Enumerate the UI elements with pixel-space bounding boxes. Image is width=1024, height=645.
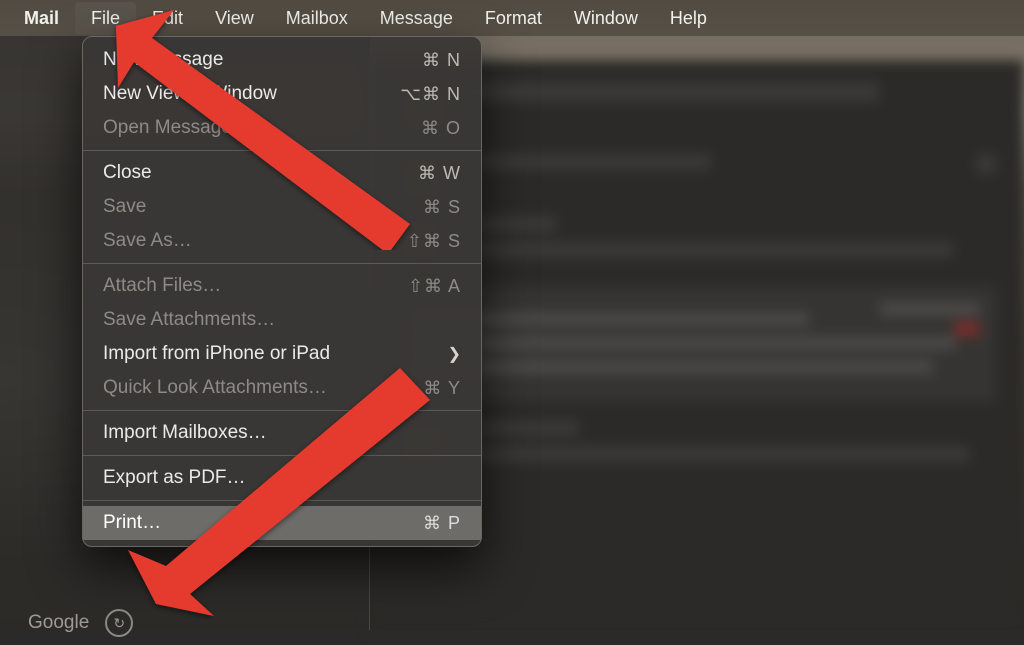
menu-save-as: Save As… ⇧⌘ S <box>83 224 481 258</box>
menu-import-from-iphone-ipad[interactable]: Import from iPhone or iPad ❯ <box>83 337 481 371</box>
menu-item-shortcut: ⌘ N <box>422 50 461 71</box>
menu-item-label: Save <box>103 196 146 218</box>
menu-item-shortcut: ⌘ Y <box>423 378 461 399</box>
menu-item-label: Open Messages <box>103 117 241 139</box>
menu-attach-files: Attach Files… ⇧⌘ A <box>83 269 481 303</box>
menu-new-viewer-window[interactable]: New Viewer Window ⌥⌘ N <box>83 77 481 111</box>
menu-item-label: Save As… <box>103 230 192 252</box>
menu-quick-look-attachments: Quick Look Attachments… ⌘ Y <box>83 371 481 405</box>
menu-save: Save ⌘ S <box>83 190 481 224</box>
menubar-item-view[interactable]: View <box>199 2 270 35</box>
menu-separator <box>83 455 481 456</box>
chevron-right-icon: ❯ <box>448 344 461 364</box>
menu-separator <box>83 410 481 411</box>
menu-item-shortcut: ⌘ W <box>418 163 461 184</box>
menubar-item-help[interactable]: Help <box>654 2 723 35</box>
menu-item-label: Import Mailboxes… <box>103 422 267 444</box>
menu-item-label: New Message <box>103 49 223 71</box>
menu-separator <box>83 263 481 264</box>
menu-item-label: Import from iPhone or iPad <box>103 343 330 365</box>
menubar-item-edit[interactable]: Edit <box>136 2 199 35</box>
menu-item-label: Export as PDF… <box>103 467 246 489</box>
file-menu-dropdown: New Message ⌘ N New Viewer Window ⌥⌘ N O… <box>82 36 482 547</box>
menu-save-attachments: Save Attachments… <box>83 303 481 337</box>
menubar-item-mailbox[interactable]: Mailbox <box>270 2 364 35</box>
menubar-item-message[interactable]: Message <box>364 2 469 35</box>
menu-item-shortcut: ⌥⌘ N <box>400 84 461 105</box>
menu-item-label: Save Attachments… <box>103 309 275 331</box>
menubar-item-window[interactable]: Window <box>558 2 654 35</box>
menu-item-label: Close <box>103 162 152 184</box>
menu-item-label: New Viewer Window <box>103 83 277 105</box>
menu-item-shortcut: ⌘ S <box>423 197 461 218</box>
menu-export-as-pdf[interactable]: Export as PDF… <box>83 461 481 495</box>
menubar: Mail File Edit View Mailbox Message Form… <box>0 0 1024 36</box>
menu-separator <box>83 150 481 151</box>
menu-item-shortcut: ⇧⌘ A <box>408 276 461 297</box>
menu-import-mailboxes[interactable]: Import Mailboxes… <box>83 416 481 450</box>
menu-open-messages: Open Messages ⌘ O <box>83 111 481 145</box>
menu-item-shortcut: ⌘ O <box>421 118 461 139</box>
sidebar-account-label: Google <box>28 612 89 634</box>
menu-item-shortcut: ⇧⌘ S <box>407 231 461 252</box>
menu-close[interactable]: Close ⌘ W <box>83 156 481 190</box>
menubar-item-file[interactable]: File <box>75 2 136 35</box>
menu-item-label: Print… <box>103 512 161 534</box>
menu-item-label: Attach Files… <box>103 275 221 297</box>
menu-item-shortcut: ⌘ P <box>423 513 461 534</box>
menu-new-message[interactable]: New Message ⌘ N <box>83 43 481 77</box>
menubar-app[interactable]: Mail <box>8 2 75 35</box>
selected-message-card[interactable] <box>398 286 996 402</box>
menu-item-label: Quick Look Attachments… <box>103 377 327 399</box>
sync-icon: ↻ <box>105 609 133 637</box>
sidebar-account-row[interactable]: Google ↻ <box>0 601 369 645</box>
menubar-item-format[interactable]: Format <box>469 2 558 35</box>
menu-separator <box>83 500 481 501</box>
menu-print[interactable]: Print… ⌘ P <box>83 506 481 540</box>
